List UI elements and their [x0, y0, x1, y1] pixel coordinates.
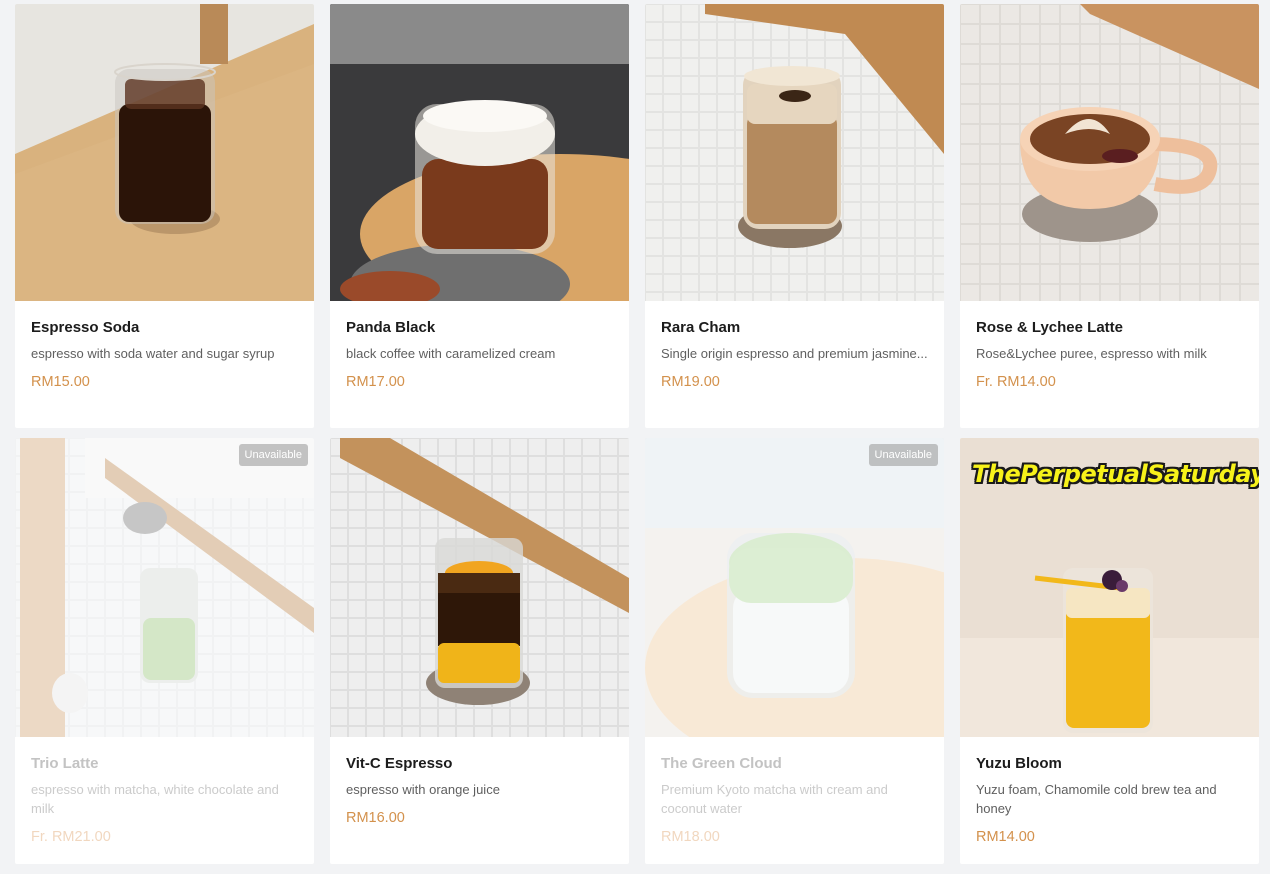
product-description: Rose&Lychee puree, espresso with milk — [976, 346, 1207, 361]
product-description: Single origin espresso and premium jasmi… — [661, 346, 928, 361]
menu-item-panda-black[interactable]: Panda Black black coffee with caramelize… — [330, 4, 629, 428]
menu-item-vit-c-espresso[interactable]: Vit-C Espresso espresso with orange juic… — [330, 438, 629, 864]
product-description: espresso with matcha, white chocolate an… — [31, 782, 279, 816]
product-image — [645, 4, 944, 301]
product-name: The Green Cloud — [661, 755, 782, 772]
product-name: Rara Cham — [661, 319, 741, 336]
product-name: Yuzu Bloom — [976, 755, 1062, 772]
product-description: espresso with soda water and sugar syrup — [31, 346, 275, 361]
menu-item-yuzu-bloom[interactable]: ThePerpetualSaturday Yuzu Bloom Yuzu foa… — [960, 438, 1259, 864]
product-description: black coffee with caramelized cream — [346, 346, 556, 361]
product-price: RM14.00 — [976, 829, 1035, 845]
watermark: ThePerpetualSaturday — [972, 460, 1259, 488]
menu-grid: Espresso Soda espresso with soda water a… — [15, 4, 1259, 864]
product-name: Panda Black — [346, 319, 436, 336]
product-description: Premium Kyoto matcha with cream and coco… — [661, 782, 888, 816]
product-price: Fr. RM21.00 — [31, 829, 111, 845]
unavailable-badge: Unavailable — [238, 444, 308, 466]
product-name: Rose & Lychee Latte — [976, 319, 1123, 336]
product-price: RM18.00 — [661, 829, 720, 845]
menu-item-the-green-cloud[interactable]: Unavailable The Green Cloud Premium Kyot… — [645, 438, 944, 864]
product-name: Espresso Soda — [31, 319, 140, 336]
unavailable-badge: Unavailable — [868, 444, 938, 466]
menu-item-rara-cham[interactable]: Rara Cham Single origin espresso and pre… — [645, 4, 944, 428]
product-price: RM19.00 — [661, 374, 720, 390]
product-image — [645, 438, 944, 737]
product-image — [960, 4, 1259, 301]
product-image — [15, 438, 314, 737]
product-price: Fr. RM14.00 — [976, 374, 1056, 390]
product-description: espresso with orange juice — [346, 782, 500, 797]
product-name: Trio Latte — [31, 755, 99, 772]
product-price: RM15.00 — [31, 374, 90, 390]
product-image — [330, 4, 629, 301]
product-name: Vit-C Espresso — [346, 755, 453, 772]
product-image — [15, 4, 314, 301]
product-price: RM17.00 — [346, 374, 405, 390]
menu-item-espresso-soda[interactable]: Espresso Soda espresso with soda water a… — [15, 4, 314, 428]
product-description: Yuzu foam, Chamomile cold brew tea and h… — [976, 782, 1217, 816]
product-price: RM16.00 — [346, 810, 405, 826]
product-image — [330, 438, 629, 737]
menu-item-rose-lychee-latte[interactable]: Rose & Lychee Latte Rose&Lychee puree, e… — [960, 4, 1259, 428]
menu-item-trio-latte[interactable]: Unavailable Trio Latte espresso with mat… — [15, 438, 314, 864]
